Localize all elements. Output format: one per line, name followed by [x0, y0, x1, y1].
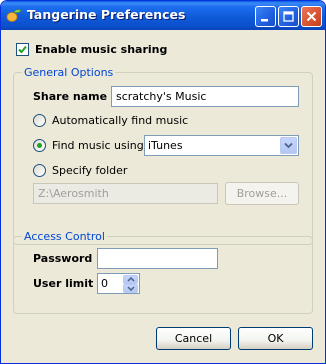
user-limit-value: 0 [101, 277, 108, 290]
close-button[interactable] [301, 6, 322, 27]
check-mark-icon [18, 45, 27, 54]
find-using-select[interactable]: iTunes [144, 135, 299, 156]
enable-sharing-label[interactable]: Enable music sharing [35, 43, 167, 56]
find-using-label[interactable]: Find music using: [52, 139, 147, 152]
chevron-down-icon [284, 142, 293, 149]
find-using-value: iTunes [148, 139, 183, 152]
dropdown-button[interactable] [280, 137, 297, 154]
dialog-body: Enable music sharing General Options Sha… [4, 30, 322, 362]
user-limit-label: User limit [33, 277, 94, 290]
folder-path-input[interactable]: Z:\Aerosmith [33, 183, 218, 204]
spin-up-button[interactable] [123, 275, 138, 284]
ok-button[interactable]: OK [238, 327, 313, 350]
radio-selected-dot [37, 143, 42, 148]
find-using-radio[interactable] [33, 139, 46, 152]
close-icon [306, 11, 317, 22]
password-input[interactable] [97, 248, 218, 269]
general-options-legend: General Options [22, 66, 116, 79]
share-name-label: Share name [33, 90, 108, 103]
minimize-icon [261, 19, 268, 22]
tangerine-icon [6, 9, 22, 22]
specify-folder-label[interactable]: Specify folder [52, 164, 127, 177]
window-title: Tangerine Preferences [27, 7, 186, 22]
browse-button[interactable]: Browse... [225, 182, 299, 205]
share-name-input[interactable]: scratchy's Music [111, 86, 299, 107]
title-bar[interactable]: Tangerine Preferences [1, 1, 325, 30]
access-control-legend: Access Control [22, 230, 107, 243]
arrow-up-icon [127, 277, 135, 282]
specify-folder-radio[interactable] [33, 164, 46, 177]
auto-find-label[interactable]: Automatically find music [52, 114, 188, 127]
maximize-button[interactable] [278, 6, 299, 27]
spin-down-button[interactable] [123, 284, 138, 293]
cancel-button[interactable]: Cancel [156, 327, 231, 350]
minimize-button[interactable] [255, 6, 276, 27]
preferences-window: Tangerine Preferences Enable music shari… [0, 0, 326, 364]
arrow-down-icon [127, 286, 135, 291]
enable-sharing-checkbox[interactable] [16, 43, 29, 56]
maximize-icon [283, 11, 294, 22]
user-limit-spinner[interactable]: 0 [97, 273, 140, 294]
auto-find-radio[interactable] [33, 114, 46, 127]
password-label: Password [33, 252, 93, 265]
